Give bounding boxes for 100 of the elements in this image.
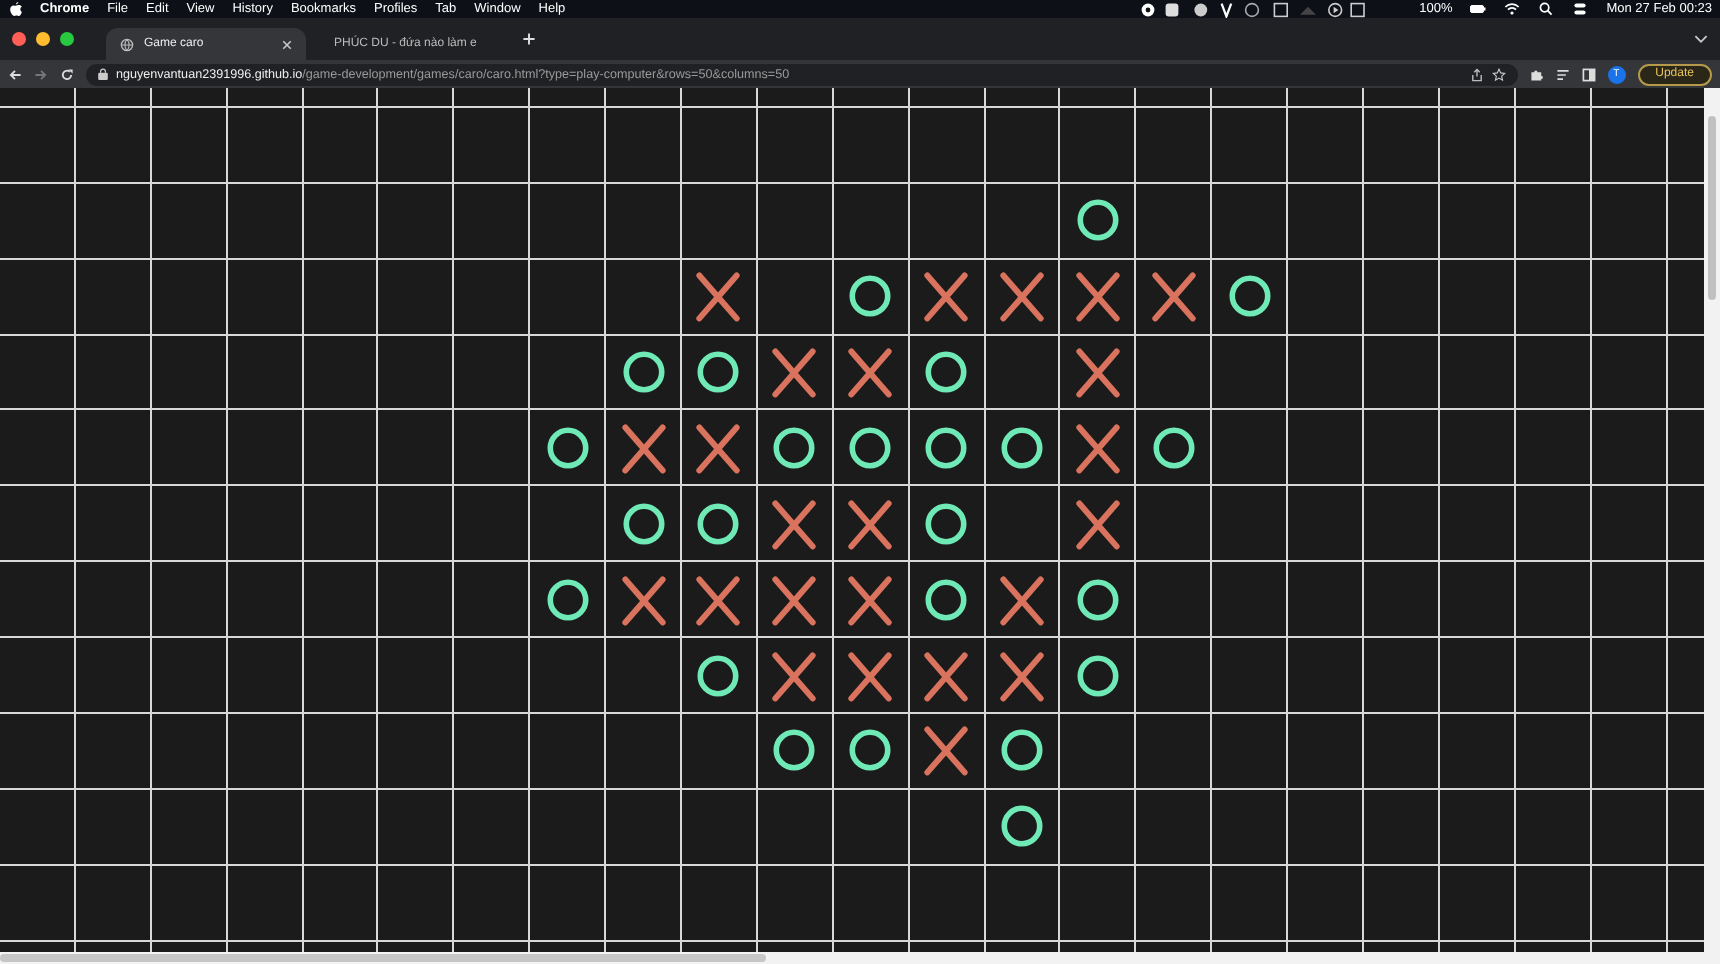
board-cell[interactable]	[757, 789, 834, 866]
board-cell[interactable]	[1364, 486, 1440, 563]
board-cell[interactable]	[909, 335, 986, 411]
board-cell[interactable]	[303, 335, 379, 411]
board-cell[interactable]	[985, 865, 1061, 942]
board-cell[interactable]	[303, 259, 379, 336]
board-cell[interactable]	[1364, 335, 1440, 411]
board-cell[interactable]	[1439, 335, 1516, 411]
board-cell[interactable]	[1515, 335, 1592, 411]
board-cell[interactable]	[1591, 638, 1668, 715]
board-cell[interactable]	[530, 865, 607, 942]
board-cell[interactable]	[1364, 865, 1440, 942]
board-cell[interactable]	[985, 107, 1061, 184]
board-cell[interactable]	[682, 865, 758, 942]
board-cell[interactable]	[75, 486, 152, 563]
board-cell[interactable]	[1212, 410, 1289, 487]
board-cell[interactable]	[0, 562, 76, 639]
board-cell[interactable]	[1515, 714, 1592, 790]
board-cell[interactable]	[0, 486, 76, 563]
board-cell[interactable]	[833, 789, 910, 866]
board-cell[interactable]	[530, 259, 607, 336]
board-cell[interactable]	[833, 714, 910, 790]
board-cell[interactable]	[1060, 259, 1137, 336]
apple-icon[interactable]	[10, 2, 22, 16]
board-cell[interactable]	[1212, 865, 1289, 942]
board-cell[interactable]	[530, 562, 607, 639]
board-cell[interactable]	[1591, 107, 1668, 184]
board-cell[interactable]	[303, 410, 379, 487]
board-cell[interactable]	[151, 335, 228, 411]
board-cell[interactable]	[378, 789, 455, 866]
board-cell[interactable]	[454, 107, 531, 184]
board-cell[interactable]	[606, 183, 683, 260]
board-cell[interactable]	[1591, 410, 1668, 487]
board-cell[interactable]	[1136, 183, 1213, 260]
board-cell[interactable]	[454, 562, 531, 639]
board-cell[interactable]	[1136, 335, 1213, 411]
board-cell[interactable]	[378, 335, 455, 411]
board-cell[interactable]	[606, 486, 683, 563]
board-cell[interactable]	[909, 865, 986, 942]
board-cell[interactable]	[1439, 789, 1516, 866]
board-cell[interactable]	[75, 638, 152, 715]
board-cell[interactable]	[1591, 714, 1668, 790]
board-cell[interactable]	[985, 638, 1061, 715]
board-cell[interactable]	[985, 486, 1061, 563]
board-cell[interactable]	[833, 183, 910, 260]
board-cell[interactable]	[1136, 410, 1213, 487]
board-cell[interactable]	[833, 486, 910, 563]
board-cell[interactable]	[1591, 335, 1668, 411]
board-cell[interactable]	[1364, 789, 1440, 866]
board-cell[interactable]	[530, 714, 607, 790]
board-cell[interactable]	[1288, 714, 1365, 790]
board-cell[interactable]	[1060, 638, 1137, 715]
board-cell[interactable]	[909, 486, 986, 563]
board-cell[interactable]	[530, 486, 607, 563]
horizontal-scrollbar[interactable]	[0, 952, 1720, 964]
control-center-icon[interactable]	[1572, 2, 1589, 16]
board-cell[interactable]	[1212, 714, 1289, 790]
board-cell[interactable]	[75, 865, 152, 942]
new-tab-icon[interactable]	[522, 32, 536, 46]
board-cell[interactable]	[1136, 107, 1213, 184]
board-cell[interactable]	[1591, 865, 1668, 942]
board-cell[interactable]	[682, 335, 758, 411]
board-cell[interactable]	[682, 562, 758, 639]
board-cell[interactable]	[454, 486, 531, 563]
board-cell[interactable]	[606, 789, 683, 866]
board-cell[interactable]	[1060, 789, 1137, 866]
list-icon[interactable]	[1555, 67, 1570, 81]
board-cell[interactable]	[227, 107, 304, 184]
board-cell[interactable]	[606, 259, 683, 336]
board-cell[interactable]	[1364, 107, 1440, 184]
board-cell[interactable]	[985, 183, 1061, 260]
board-cell[interactable]	[1364, 259, 1440, 336]
board-cell[interactable]	[833, 410, 910, 487]
board-cell[interactable]	[1515, 638, 1592, 715]
board-cell[interactable]	[1515, 183, 1592, 260]
board-cell[interactable]	[530, 638, 607, 715]
board-cell[interactable]	[909, 789, 986, 866]
board-cell[interactable]	[1439, 259, 1516, 336]
board-cell[interactable]	[151, 107, 228, 184]
board-cell[interactable]	[378, 183, 455, 260]
board-cell[interactable]	[0, 714, 76, 790]
board-cell[interactable]	[909, 638, 986, 715]
board-cell[interactable]	[985, 259, 1061, 336]
board-cell[interactable]	[1439, 714, 1516, 790]
board-cell[interactable]	[227, 865, 304, 942]
board-cell[interactable]	[151, 410, 228, 487]
board-cell[interactable]	[1060, 486, 1137, 563]
board-cell[interactable]	[227, 335, 304, 411]
board-cell[interactable]	[303, 486, 379, 563]
board-cell[interactable]	[151, 638, 228, 715]
board-cell[interactable]	[1439, 562, 1516, 639]
board-cell[interactable]	[303, 107, 379, 184]
board-cell[interactable]	[1136, 562, 1213, 639]
share-icon[interactable]	[1469, 67, 1484, 81]
board-cell[interactable]	[1364, 714, 1440, 790]
board-cell[interactable]	[1060, 865, 1137, 942]
board-cell[interactable]	[303, 562, 379, 639]
board-cell[interactable]	[1212, 562, 1289, 639]
board-cell[interactable]	[606, 107, 683, 184]
board-cell[interactable]	[530, 789, 607, 866]
